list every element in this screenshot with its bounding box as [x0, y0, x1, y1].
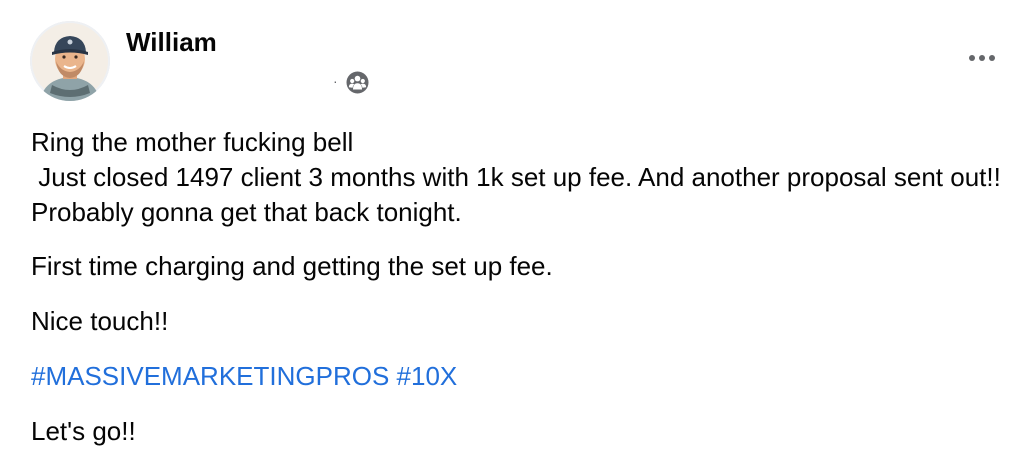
post-text-line-1: Ring the mother fucking bell — [31, 127, 354, 157]
post-text-line-2: Just closed 1497 client 3 months with 1k… — [31, 162, 1009, 227]
post-line: Ring the mother fucking bell Just closed… — [31, 125, 1021, 230]
avatar-image — [30, 21, 110, 101]
post-card: William · Ring the mother fucking bell J… — [0, 0, 1024, 467]
post-body: Ring the mother fucking bell Just closed… — [31, 125, 1021, 449]
ellipsis-icon — [969, 55, 995, 61]
meta-separator: · — [333, 73, 338, 89]
group-icon[interactable] — [345, 70, 370, 95]
author-name[interactable]: William — [126, 27, 217, 57]
post-text-line-4: Nice touch!! — [31, 306, 169, 336]
hashtag-link-massivemarketingpros[interactable]: #MASSIVEMARKETINGPROS — [31, 361, 389, 391]
post-text-line-5: Let's go!! — [31, 416, 136, 446]
hashtag-link-10x[interactable]: #10X — [397, 361, 458, 391]
avatar[interactable] — [30, 21, 110, 101]
post-text-line-3: First time charging and getting the set … — [31, 251, 553, 281]
hashtag-line: #MASSIVEMARKETINGPROS #10X — [31, 359, 1021, 394]
more-options-button[interactable] — [962, 44, 1006, 72]
